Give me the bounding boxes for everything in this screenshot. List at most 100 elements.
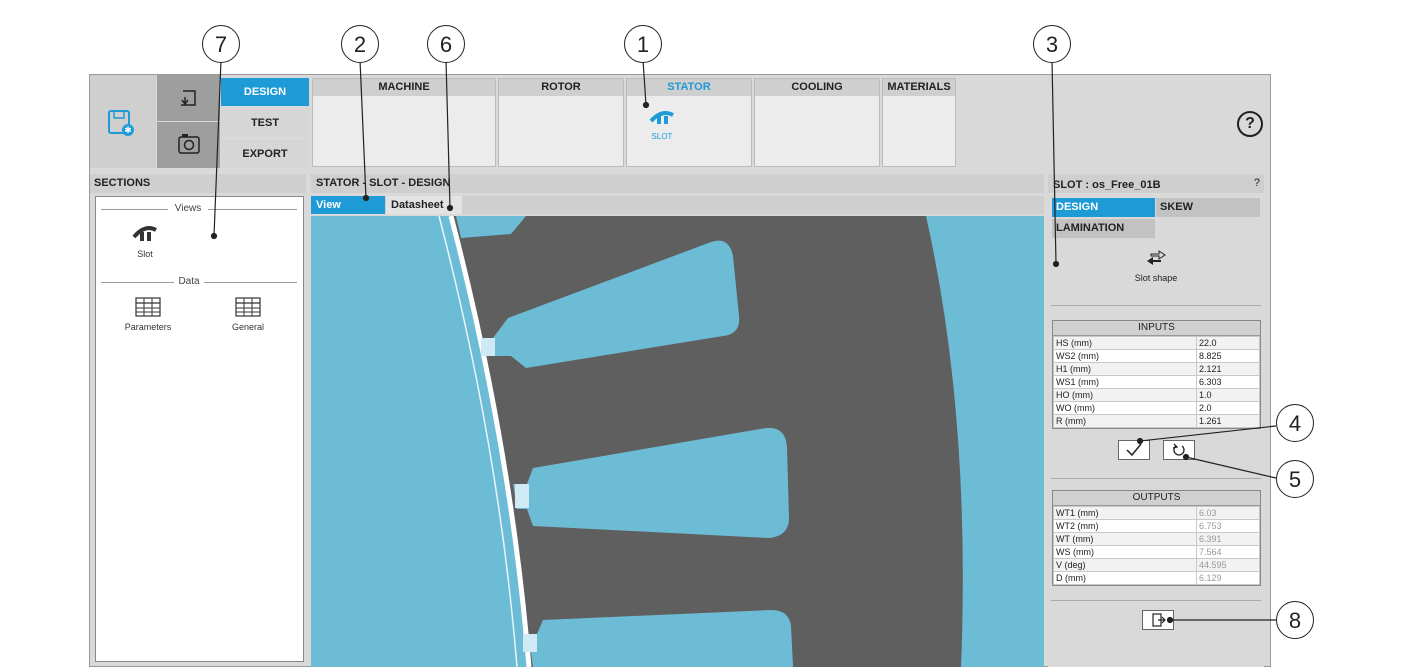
divider	[1051, 478, 1261, 479]
param-name: WS1 (mm)	[1053, 375, 1197, 389]
param-value-input[interactable]: 8.825	[1196, 349, 1260, 363]
callout-1: 1	[624, 25, 662, 63]
divider	[1051, 305, 1261, 306]
right-help-button[interactable]: ?	[1254, 174, 1260, 193]
tab-design[interactable]: DESIGN	[1052, 198, 1155, 217]
table-row: D (mm) 6.129	[1053, 571, 1260, 585]
param-value-input[interactable]: 2.121	[1196, 362, 1260, 376]
undo-icon	[181, 90, 196, 106]
apply-button[interactable]	[1118, 440, 1150, 460]
tab-cooling-label: COOLING	[755, 79, 879, 96]
param-name: HS (mm)	[1053, 336, 1197, 350]
output-name: V (deg)	[1053, 558, 1197, 572]
output-name: WS (mm)	[1053, 545, 1197, 559]
param-value-input[interactable]: 1.0	[1196, 388, 1260, 402]
stator-slot-drawing	[311, 216, 1044, 667]
right-header: SLOT : os_Free_01B ?	[1048, 174, 1264, 193]
section-general-label: General	[231, 322, 265, 332]
exit-button[interactable]	[1142, 610, 1174, 630]
tab-stator[interactable]: STATOR SLOT	[626, 78, 752, 167]
output-name: WT1 (mm)	[1053, 506, 1197, 520]
table-row: WT1 (mm) 6.03	[1053, 506, 1260, 520]
table-row: H1 (mm) 2.121	[1053, 362, 1260, 376]
help-icon: ?	[1245, 115, 1255, 132]
slot-icon	[132, 226, 157, 241]
callout-7: 7	[202, 25, 240, 63]
swap-arrows-icon	[1147, 250, 1166, 265]
menu-design[interactable]: DESIGN	[221, 78, 309, 106]
output-name: D (mm)	[1053, 571, 1197, 585]
tab-skew[interactable]: SKEW	[1156, 198, 1260, 217]
inputs-grid: HS (mm) 22.0 WS2 (mm) 8.825 H1 (mm) 2.121 W…	[1053, 336, 1260, 428]
stator-slot-label: SLOT	[651, 132, 673, 141]
table-row: WS (mm) 7.564	[1053, 545, 1260, 559]
inputs-title: INPUTS	[1053, 321, 1260, 336]
tab-datasheet[interactable]: Datasheet	[386, 196, 462, 214]
undo-button[interactable]	[157, 75, 220, 121]
callout-2: 2	[341, 25, 379, 63]
section-general[interactable]: General	[218, 297, 278, 337]
table-row: WT (mm) 6.391	[1053, 532, 1260, 546]
output-value: 6.129	[1196, 571, 1260, 585]
table-row: WT2 (mm) 6.753	[1053, 519, 1260, 533]
data-label: Data	[174, 275, 204, 289]
outputs-table: OUTPUTS WT1 (mm) 6.03 WT2 (mm) 6.753 WT (m…	[1052, 490, 1261, 586]
param-name: WS2 (mm)	[1053, 349, 1197, 363]
menu-test[interactable]: TEST	[221, 109, 309, 137]
param-name: HO (mm)	[1053, 388, 1197, 402]
help-button[interactable]: ?	[1237, 111, 1263, 137]
menu-export[interactable]: EXPORT	[221, 140, 309, 168]
param-value-input[interactable]: 2.0	[1196, 401, 1260, 415]
tab-machine[interactable]: MACHINE	[312, 78, 496, 167]
param-name: R (mm)	[1053, 414, 1197, 428]
reset-icon	[1172, 443, 1185, 456]
center-header: STATOR - SLOT - DESIGN	[311, 174, 1044, 193]
callout-8: 8	[1276, 601, 1314, 639]
table-row: WS2 (mm) 8.825	[1053, 349, 1260, 363]
section-slot[interactable]: Slot	[120, 222, 170, 264]
output-name: WT2 (mm)	[1053, 519, 1197, 533]
section-parameters-label: Parameters	[124, 322, 172, 332]
param-value-input[interactable]: 1.261	[1196, 414, 1260, 428]
output-value: 6.03	[1196, 506, 1260, 520]
table-row: R (mm) 1.261	[1053, 414, 1260, 428]
tab-lamination[interactable]: LAMINATION	[1052, 219, 1155, 238]
section-slot-label: Slot	[137, 249, 153, 259]
tab-stator-label: STATOR	[627, 79, 751, 96]
tab-rotor[interactable]: ROTOR	[498, 78, 624, 167]
checkmark-icon	[1126, 443, 1142, 457]
table-icon	[235, 297, 261, 317]
stator-slot-button[interactable]: SLOT	[627, 107, 697, 147]
slot-shape-label: Slot shape	[1134, 273, 1178, 283]
section-parameters[interactable]: Parameters	[118, 297, 178, 337]
save-icon: ✱	[108, 110, 134, 136]
sections-panel	[95, 196, 304, 662]
tab-rotor-label: ROTOR	[499, 79, 623, 96]
param-name: H1 (mm)	[1053, 362, 1197, 376]
tab-machine-label: MACHINE	[313, 79, 495, 96]
param-value-input[interactable]: 6.303	[1196, 375, 1260, 389]
param-value-input[interactable]: 22.0	[1196, 336, 1260, 350]
output-name: WT (mm)	[1053, 532, 1197, 546]
slot-shape-button[interactable]: Slot shape	[1120, 248, 1192, 288]
callout-6: 6	[427, 25, 465, 63]
reset-button[interactable]	[1163, 440, 1195, 460]
param-name: WO (mm)	[1053, 401, 1197, 415]
views-label: Views	[168, 202, 208, 216]
tab-materials[interactable]: MATERIALS	[882, 78, 956, 167]
output-value: 6.391	[1196, 532, 1260, 546]
outputs-title: OUTPUTS	[1053, 491, 1260, 506]
exit-icon	[1152, 613, 1166, 627]
table-row: V (deg) 44.595	[1053, 558, 1260, 572]
tab-view[interactable]: View	[311, 196, 385, 214]
camera-icon	[178, 134, 200, 154]
output-value: 7.564	[1196, 545, 1260, 559]
output-value: 6.753	[1196, 519, 1260, 533]
svg-text:✱: ✱	[124, 125, 132, 135]
screenshot-button[interactable]	[157, 122, 220, 168]
callout-5: 5	[1276, 460, 1314, 498]
output-value: 44.595	[1196, 558, 1260, 572]
save-button[interactable]: ✱	[106, 108, 136, 138]
table-row: HS (mm) 22.0	[1053, 336, 1260, 350]
tab-cooling[interactable]: COOLING	[754, 78, 880, 167]
